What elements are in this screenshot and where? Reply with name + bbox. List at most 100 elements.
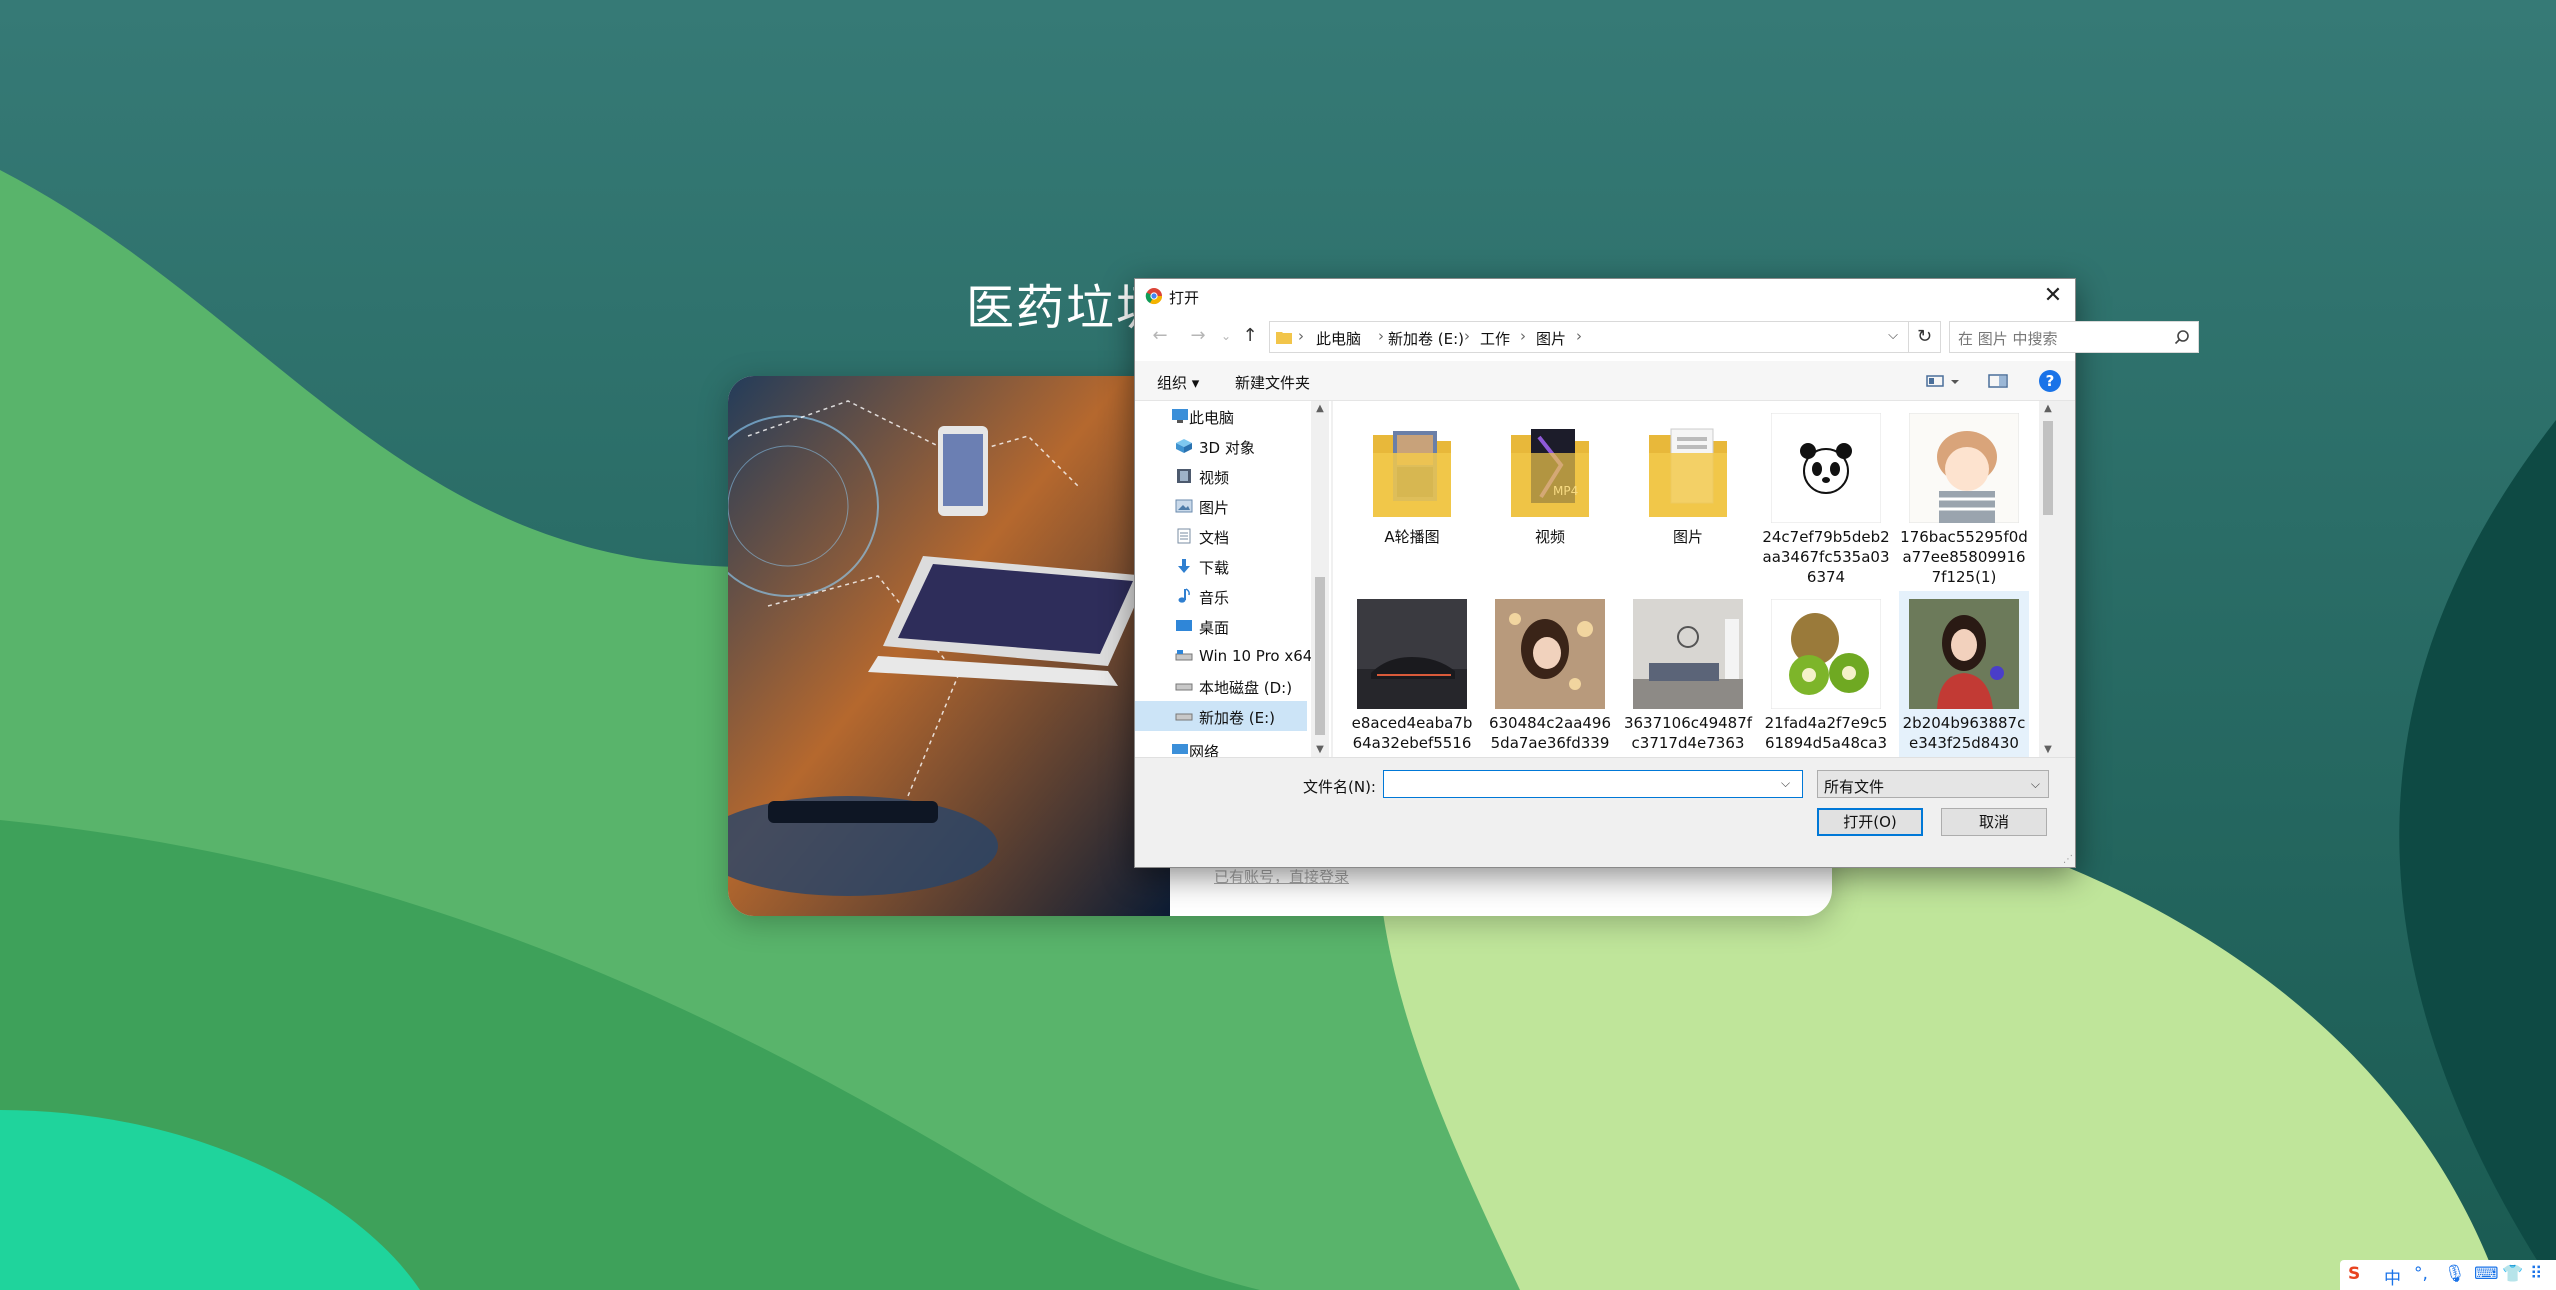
download-icon	[1178, 559, 1190, 573]
file-name: 630484c2aa4965da7ae36fd339	[1488, 714, 1612, 752]
nav-item-this-pc[interactable]: 此电脑	[1135, 401, 1305, 431]
navigation-bar: ← → ⌄ ↑ › 此电脑 › 新加卷 (E:) › 工作 › 图片 › ⌵ ↻…	[1135, 313, 2199, 361]
nav-item-music[interactable]: 音乐	[1135, 581, 1305, 611]
breadcrumb-this-pc[interactable]: 此电脑	[1316, 328, 1361, 349]
desktop-icon	[1176, 620, 1192, 631]
file-item-car-image[interactable]: e8aced4eaba7b64a32ebef5516	[1347, 591, 1477, 757]
breadcrumb-drive-e[interactable]: 新加卷 (E:)	[1388, 328, 1464, 349]
nav-item-drive-d[interactable]: 本地磁盘 (D:)	[1135, 671, 1305, 701]
login-link[interactable]: 已有账号，直接登录	[1214, 866, 1349, 887]
breadcrumb-pictures[interactable]: 图片	[1536, 328, 1566, 349]
address-bar[interactable]: › 此电脑 › 新加卷 (E:) › 工作 › 图片 › ⌵	[1269, 321, 1909, 353]
cancel-button[interactable]: 取消	[1941, 808, 2047, 836]
file-item-girl-red-image[interactable]: 2b204b963887ce343f25d8430	[1899, 591, 2029, 757]
view-options-icon[interactable]	[1925, 371, 1961, 391]
scrollbar-thumb[interactable]	[2043, 421, 2053, 515]
anime-boy-thumbnail	[1909, 413, 2019, 523]
resize-grip-icon[interactable]: ⋰	[2063, 854, 2073, 865]
nav-pane-scrollbar[interactable]: ▲ ▼	[1311, 401, 1329, 757]
breadcrumb-separator: ›	[1378, 327, 1384, 345]
ime-toolbar: S 中 °, 🎙 ⌨ 👕 ⠿	[2340, 1260, 2556, 1290]
girl-lights-thumbnail	[1495, 599, 1605, 709]
forward-icon[interactable]: →	[1187, 325, 1209, 347]
scroll-up-icon[interactable]: ▲	[1311, 403, 1329, 414]
refresh-icon[interactable]: ↻	[1909, 321, 1941, 353]
music-icon	[1178, 588, 1190, 603]
nav-item-drive-e[interactable]: 新加卷 (E:)	[1135, 701, 1307, 731]
dialog-footer: 文件名(N): ⌵ 所有文件 ⌵ 打开(O) 取消 ⋰	[1135, 757, 2075, 867]
search-box[interactable]: 在 图片 中搜索	[1949, 321, 2199, 353]
up-icon[interactable]: ↑	[1239, 325, 1261, 347]
open-button[interactable]: 打开(O)	[1817, 808, 1923, 836]
breadcrumb-work[interactable]: 工作	[1480, 328, 1510, 349]
chevron-down-icon[interactable]: ⌵	[1781, 776, 1790, 791]
drive-icon	[1175, 650, 1193, 661]
file-item-folder-pictures[interactable]: 图片	[1623, 405, 1753, 595]
dialog-titlebar[interactable]: 打开 ✕	[1135, 279, 2075, 313]
recent-dropdown-icon[interactable]: ⌄	[1215, 325, 1237, 347]
search-icon[interactable]	[2174, 329, 2190, 345]
back-icon[interactable]: ←	[1149, 325, 1171, 347]
ime-mode-indicator[interactable]: 中	[2384, 1264, 2401, 1289]
file-item-folder-carousel[interactable]: A轮播图	[1347, 405, 1477, 595]
video-icon	[1177, 469, 1191, 483]
nav-item-label: 音乐	[1199, 589, 1230, 607]
close-icon[interactable]: ✕	[2031, 279, 2075, 313]
file-name: 图片	[1672, 528, 1703, 546]
nav-item-desktop[interactable]: 桌面	[1135, 611, 1305, 641]
file-list-scrollbar[interactable]: ▲ ▼	[2039, 401, 2057, 757]
nav-item-label: 图片	[1199, 499, 1230, 517]
picture-icon	[1175, 499, 1193, 513]
nav-item-label: 新加卷 (E:)	[1199, 709, 1276, 727]
file-open-dialog: 打开 ✕ ← → ⌄ ↑ › 此电脑 › 新加卷 (E:) › 工作 › 图片 …	[1134, 278, 2199, 868]
organize-menu[interactable]: 组织 ▾	[1157, 372, 1199, 393]
breadcrumb-separator: ›	[1520, 327, 1526, 345]
hero-image	[728, 376, 1170, 916]
file-item-kiwi-image[interactable]: 21fad4a2f7e9c561894d5a48ca3	[1761, 591, 1891, 757]
nav-item-pictures[interactable]: 图片	[1135, 491, 1305, 521]
new-folder-button[interactable]: 新建文件夹	[1235, 372, 1310, 393]
sogou-logo-icon[interactable]: S	[2348, 1264, 2360, 1284]
file-item-girl-lights-image[interactable]: 630484c2aa4965da7ae36fd339	[1485, 591, 1615, 757]
file-name: 24c7ef79b5deb2aa3467fc535a036374	[1762, 528, 1890, 586]
file-name: A轮播图	[1384, 528, 1440, 546]
skin-icon[interactable]: 👕	[2502, 1264, 2523, 1284]
breadcrumb-separator: ›	[1298, 327, 1304, 345]
nav-item-videos[interactable]: 视频	[1135, 461, 1305, 491]
filetype-value: 所有文件	[1824, 778, 1885, 796]
scroll-down-icon[interactable]: ▼	[2039, 744, 2057, 755]
punctuation-indicator[interactable]: °,	[2414, 1264, 2428, 1284]
preview-pane-icon[interactable]	[1987, 371, 2009, 391]
nav-item-3d-objects[interactable]: 3D 对象	[1135, 431, 1305, 461]
girl-red-thumbnail	[1909, 599, 2019, 709]
keyboard-icon[interactable]: ⌨	[2474, 1264, 2499, 1284]
car-thumbnail	[1357, 599, 1467, 709]
nav-item-network[interactable]: 网络	[1135, 735, 1305, 757]
chevron-down-icon[interactable]: ⌵	[1888, 328, 1898, 343]
folder-icon	[1649, 428, 1727, 517]
nav-item-documents[interactable]: 文档	[1135, 521, 1305, 551]
scrollbar-thumb[interactable]	[1315, 577, 1325, 735]
microphone-icon[interactable]: 🎙	[2444, 1264, 2466, 1284]
filetype-select[interactable]: 所有文件 ⌵	[1817, 770, 2049, 798]
toolbox-icon[interactable]: ⠿	[2530, 1264, 2542, 1284]
file-item-anime-boy-image[interactable]: 176bac55295f0da77ee858099167f125(1)	[1899, 405, 2029, 595]
file-item-room-image[interactable]: 3637106c49487fc3717d4e7363	[1623, 591, 1753, 757]
scroll-up-icon[interactable]: ▲	[2039, 403, 2057, 414]
scroll-down-icon[interactable]: ▼	[1311, 744, 1329, 755]
file-item-folder-videos[interactable]: MP4 视频	[1485, 405, 1615, 595]
nav-item-drive-c[interactable]: Win 10 Pro x64	[1135, 641, 1312, 671]
file-name: e8aced4eaba7b64a32ebef5516	[1351, 714, 1473, 752]
filename-label: 文件名(N):	[1303, 778, 1376, 796]
navigation-pane: 此电脑 3D 对象 视频 图片 文档 下载 音乐 桌面 Win 10 Pro x…	[1135, 401, 1331, 757]
nav-item-downloads[interactable]: 下载	[1135, 551, 1305, 581]
filename-input[interactable]	[1383, 770, 1803, 798]
help-icon[interactable]: ?	[2039, 370, 2061, 392]
cube-icon	[1176, 439, 1192, 453]
kiwi-thumbnail	[1771, 599, 1881, 709]
computer-icon	[1172, 409, 1188, 423]
file-item-panda-image[interactable]: 24c7ef79b5deb2aa3467fc535a036374	[1761, 405, 1891, 595]
folder-icon	[1276, 332, 1292, 344]
network-icon	[1172, 744, 1188, 754]
document-icon	[1177, 528, 1191, 544]
